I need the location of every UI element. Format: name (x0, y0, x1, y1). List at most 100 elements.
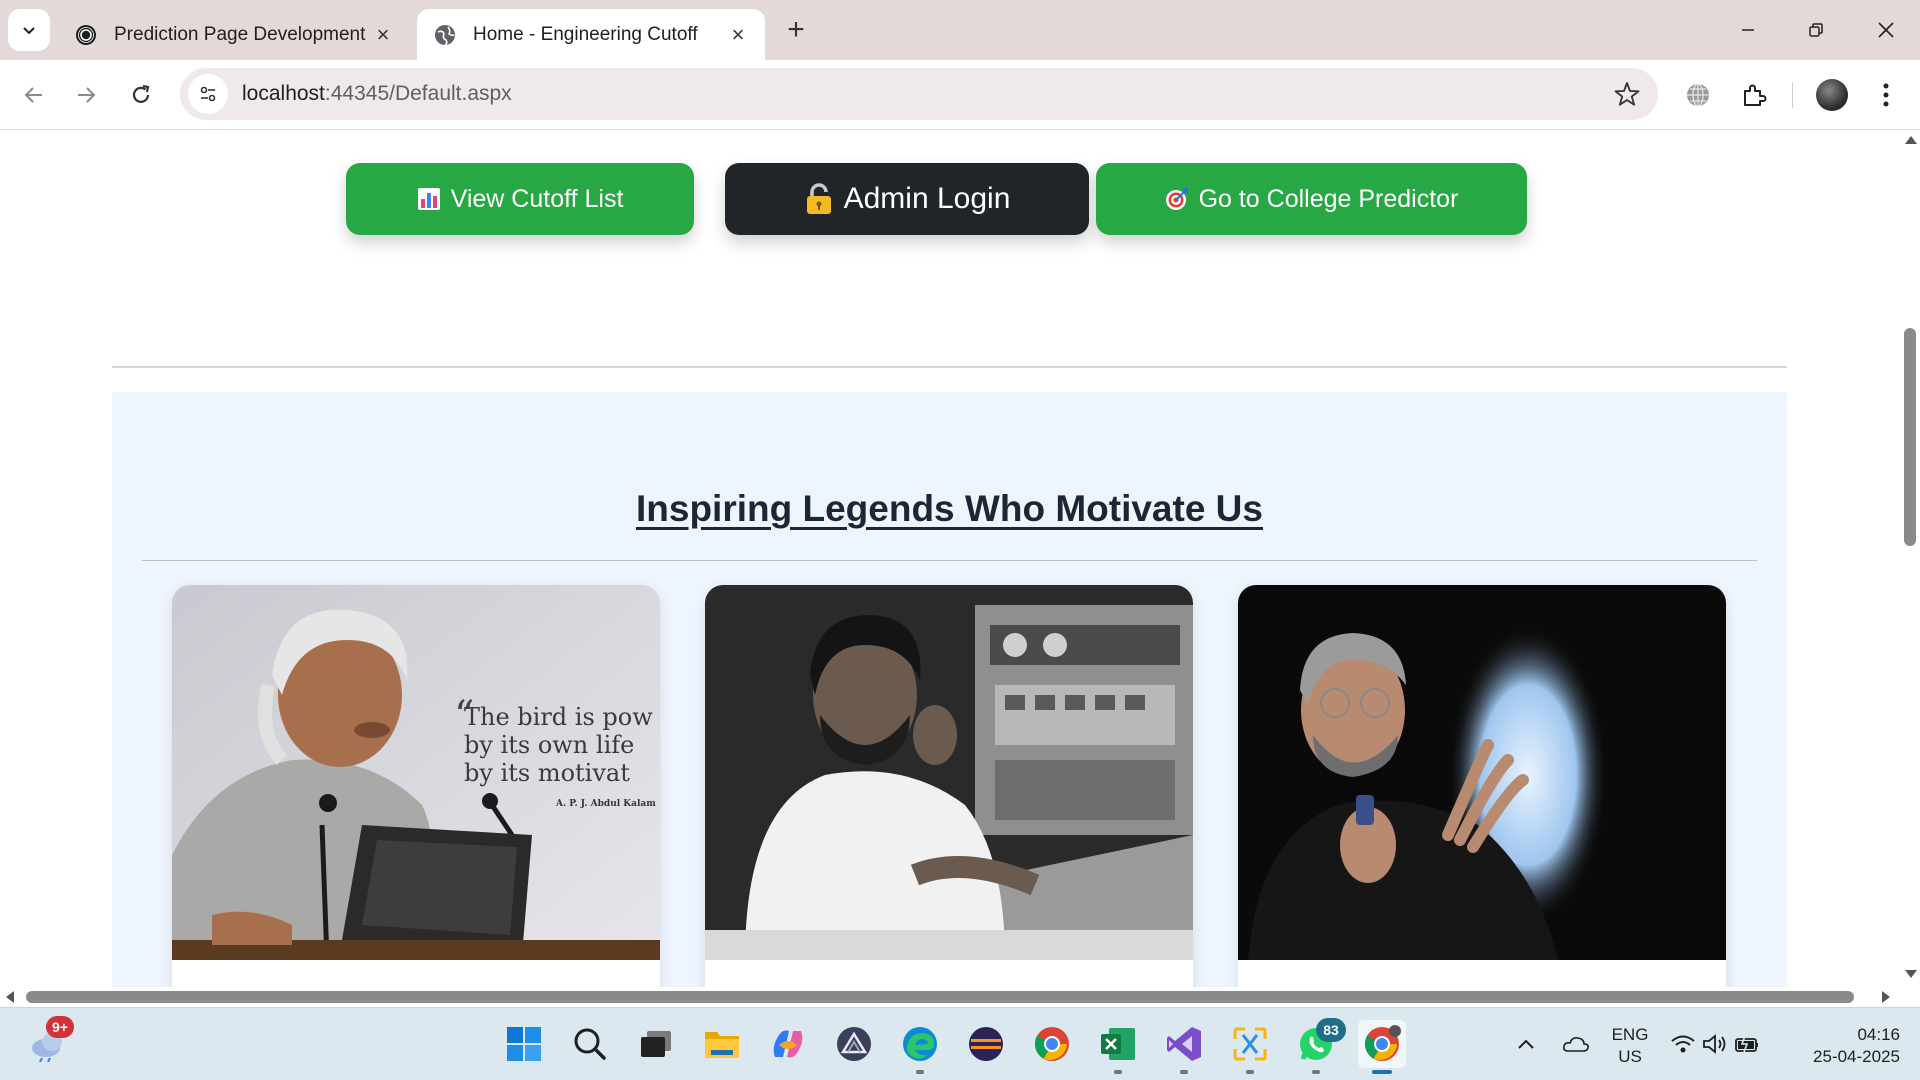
tab-home-engineering-cutoff[interactable]: Home - Engineering Cutoff × (417, 9, 765, 60)
legend-photo-1: “ The bird is pow by its own life by its… (172, 585, 660, 960)
view-cutoff-list-button[interactable]: View Cutoff List (346, 163, 694, 235)
section-divider (112, 366, 1787, 368)
go-to-college-predictor-button[interactable]: Go to College Predictor (1096, 163, 1527, 235)
close-window-button[interactable] (1862, 8, 1910, 52)
snipping-tool-app[interactable] (1226, 1020, 1274, 1074)
running-indicator (1114, 1070, 1122, 1074)
weather-badge: 9+ (46, 1016, 74, 1038)
reload-icon (132, 84, 150, 103)
tune-icon (200, 86, 216, 102)
legend-card (705, 585, 1193, 987)
legend-photo-3 (1238, 585, 1726, 960)
extensions-icon[interactable] (1736, 77, 1772, 113)
page-viewport: View Cutoff List Admin Login Go to Colle… (0, 130, 1900, 987)
new-tab-button[interactable]: + (780, 13, 812, 46)
bar-chart-icon (417, 187, 441, 211)
vpn-app[interactable] (830, 1020, 878, 1068)
onedrive-tray[interactable] (1552, 1020, 1600, 1068)
forward-button[interactable] (64, 73, 108, 117)
address-bar[interactable]: localhost:44345/Default.aspx (180, 68, 1658, 120)
whatsapp-app[interactable]: 83 (1292, 1018, 1346, 1074)
toolbar-divider (1792, 82, 1793, 108)
volume-icon (1703, 1034, 1726, 1054)
clock-date: 25-04-2025 (1813, 1047, 1900, 1066)
battery-icon (1735, 1035, 1758, 1053)
restore-icon (1809, 23, 1823, 37)
target-icon (1165, 187, 1189, 211)
windows-taskbar: 9+ 83 ENG US 04:16 25-04-2025 (0, 1007, 1920, 1080)
clock[interactable]: 04:16 25-04-2025 (1790, 1024, 1900, 1068)
onedrive-cloud-icon (1563, 1037, 1589, 1052)
horizontal-scrollbar[interactable] (0, 987, 1900, 1007)
eclipse-app[interactable] (962, 1020, 1010, 1068)
browser-toolbar: localhost:44345/Default.aspx (0, 60, 1920, 130)
profile-avatar[interactable] (1816, 79, 1848, 111)
chrome-icon (1034, 1027, 1069, 1061)
scrollbar-corner (1900, 987, 1920, 1007)
tab-search-button[interactable] (8, 9, 50, 51)
start-button[interactable] (500, 1020, 548, 1068)
clock-time: 04:16 (1857, 1025, 1900, 1044)
eclipse-icon (969, 1027, 1003, 1061)
task-view-button[interactable] (632, 1020, 680, 1068)
visual-studio-app[interactable] (1160, 1020, 1208, 1074)
chrome-app[interactable] (1028, 1020, 1076, 1068)
running-indicator (916, 1070, 924, 1074)
admin-login-button[interactable]: Admin Login (725, 163, 1089, 235)
browser-tab-strip: Prediction Page Development × Home - Eng… (0, 0, 1920, 60)
vertical-scrollbar[interactable] (1900, 130, 1920, 987)
horizontal-scroll-thumb[interactable] (26, 991, 1854, 1003)
running-indicator (1180, 1070, 1188, 1074)
show-hidden-icons-button[interactable] (1502, 1020, 1550, 1068)
quick-settings-button[interactable] (1665, 1020, 1765, 1068)
copilot-icon (773, 1030, 803, 1058)
quote-line: by its motivat (464, 759, 630, 787)
scroll-up-arrow-icon[interactable] (1905, 136, 1917, 144)
running-indicator (1312, 1070, 1320, 1074)
tab-title: Prediction Page Development (114, 23, 366, 45)
scroll-right-arrow-icon[interactable] (1882, 991, 1890, 1003)
quote-line: by its own life (464, 731, 635, 759)
language-indicator[interactable]: ENG US (1600, 1024, 1660, 1068)
chevron-down-icon (23, 27, 35, 35)
legends-section: Inspiring Legends Who Motivate Us “ The … (112, 392, 1787, 987)
minimize-button[interactable] (1724, 8, 1772, 52)
site-info-button[interactable] (188, 74, 228, 114)
translate-globe-icon[interactable] (1680, 77, 1716, 113)
button-label: View Cutoff List (450, 184, 624, 213)
windows-logo-icon (507, 1027, 541, 1061)
menu-kebab-icon[interactable] (1868, 77, 1904, 113)
close-icon[interactable]: × (372, 22, 394, 47)
url-path: :44345/Default.aspx (324, 82, 512, 105)
snipping-tool-icon (1233, 1027, 1267, 1061)
quote-author: A. P. J. Abdul Kalam (556, 799, 656, 809)
restore-button[interactable] (1792, 8, 1840, 52)
folder-icon (705, 1032, 739, 1058)
file-explorer-app[interactable] (698, 1020, 746, 1068)
visual-studio-icon (1167, 1027, 1201, 1061)
quote-text: The bird is pow by its own life by its m… (464, 703, 653, 787)
excel-icon (1101, 1028, 1135, 1060)
region-code: US (1618, 1047, 1642, 1066)
copilot-app[interactable] (764, 1020, 812, 1068)
chevron-up-icon (1518, 1039, 1534, 1049)
edge-app[interactable] (896, 1020, 944, 1074)
tab-prediction-page[interactable]: Prediction Page Development × (58, 9, 410, 60)
scroll-down-arrow-icon[interactable] (1905, 970, 1917, 978)
vertical-scroll-thumb[interactable] (1904, 328, 1916, 546)
excel-app[interactable] (1094, 1020, 1142, 1074)
reload-button[interactable] (119, 73, 163, 117)
globe-icon (433, 23, 457, 47)
running-indicator (1372, 1070, 1392, 1074)
chrome-profile-app[interactable] (1358, 1020, 1406, 1074)
back-button[interactable] (12, 73, 56, 117)
proton-vpn-icon (837, 1027, 871, 1061)
close-icon[interactable]: × (727, 22, 749, 47)
weather-widget[interactable]: 9+ (24, 1016, 74, 1068)
close-icon (1878, 22, 1894, 38)
edge-icon (903, 1027, 937, 1061)
star-icon[interactable] (1614, 81, 1640, 107)
taskbar-search-button[interactable] (566, 1020, 614, 1068)
scroll-left-arrow-icon[interactable] (6, 991, 14, 1003)
running-indicator (1246, 1070, 1254, 1074)
